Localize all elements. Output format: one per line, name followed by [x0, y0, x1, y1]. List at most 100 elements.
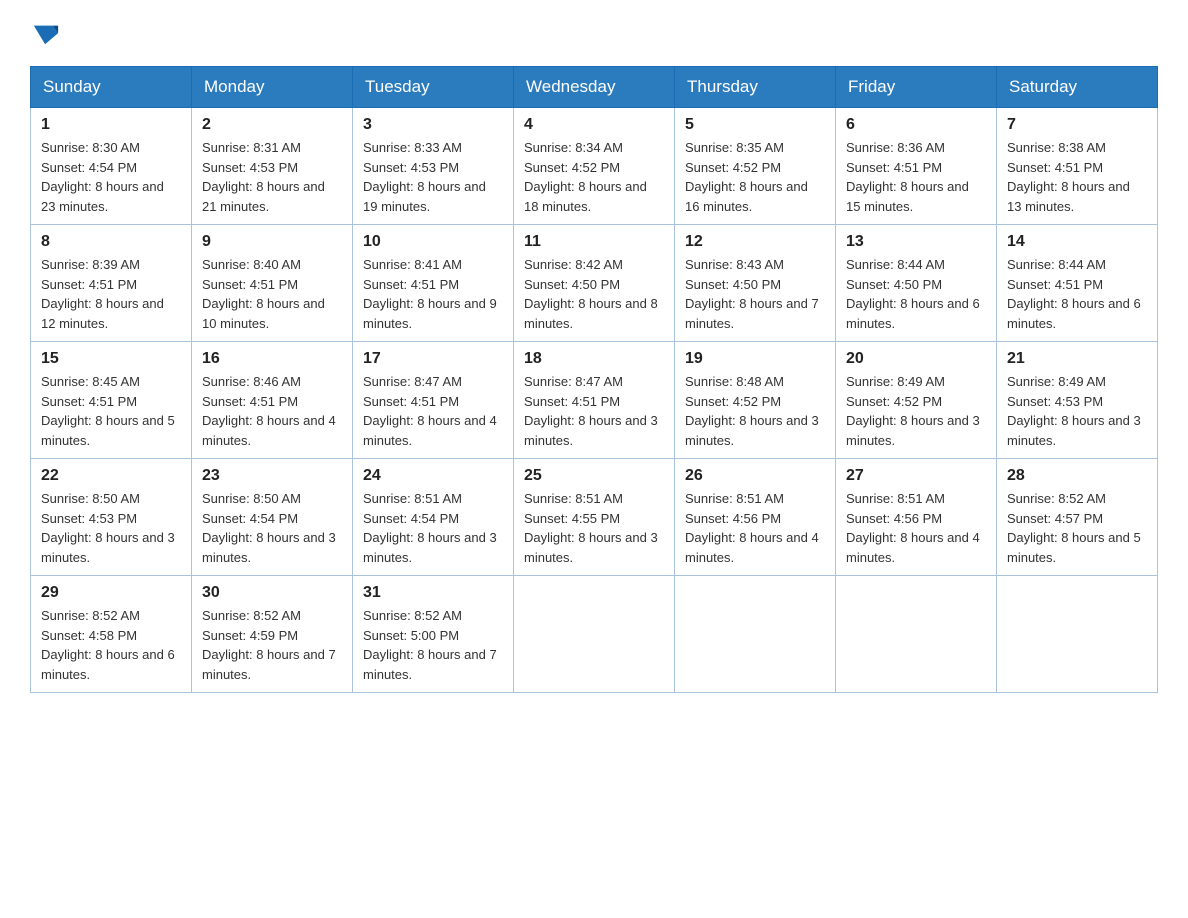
day-info: Sunrise: 8:30 AMSunset: 4:54 PMDaylight:…	[41, 140, 164, 214]
calendar-cell: 20 Sunrise: 8:49 AMSunset: 4:52 PMDaylig…	[836, 342, 997, 459]
day-info: Sunrise: 8:48 AMSunset: 4:52 PMDaylight:…	[685, 374, 819, 448]
day-info: Sunrise: 8:47 AMSunset: 4:51 PMDaylight:…	[524, 374, 658, 448]
calendar-cell: 15 Sunrise: 8:45 AMSunset: 4:51 PMDaylig…	[31, 342, 192, 459]
day-number: 23	[202, 467, 342, 485]
day-info: Sunrise: 8:51 AMSunset: 4:56 PMDaylight:…	[846, 491, 980, 565]
header-cell-tuesday: Tuesday	[353, 67, 514, 108]
day-info: Sunrise: 8:51 AMSunset: 4:55 PMDaylight:…	[524, 491, 658, 565]
day-number: 21	[1007, 350, 1147, 368]
calendar-cell: 25 Sunrise: 8:51 AMSunset: 4:55 PMDaylig…	[514, 459, 675, 576]
day-number: 22	[41, 467, 181, 485]
calendar-cell: 10 Sunrise: 8:41 AMSunset: 4:51 PMDaylig…	[353, 225, 514, 342]
calendar-cell: 3 Sunrise: 8:33 AMSunset: 4:53 PMDayligh…	[353, 108, 514, 225]
header-cell-monday: Monday	[192, 67, 353, 108]
header-cell-wednesday: Wednesday	[514, 67, 675, 108]
calendar-cell: 2 Sunrise: 8:31 AMSunset: 4:53 PMDayligh…	[192, 108, 353, 225]
day-info: Sunrise: 8:41 AMSunset: 4:51 PMDaylight:…	[363, 257, 497, 331]
header-cell-saturday: Saturday	[997, 67, 1158, 108]
day-number: 4	[524, 116, 664, 134]
day-info: Sunrise: 8:44 AMSunset: 4:50 PMDaylight:…	[846, 257, 980, 331]
day-number: 9	[202, 233, 342, 251]
day-number: 26	[685, 467, 825, 485]
day-number: 31	[363, 584, 503, 602]
logo	[30, 20, 60, 46]
calendar-cell: 6 Sunrise: 8:36 AMSunset: 4:51 PMDayligh…	[836, 108, 997, 225]
calendar-cell	[514, 576, 675, 693]
calendar-cell: 18 Sunrise: 8:47 AMSunset: 4:51 PMDaylig…	[514, 342, 675, 459]
day-info: Sunrise: 8:31 AMSunset: 4:53 PMDaylight:…	[202, 140, 325, 214]
day-info: Sunrise: 8:49 AMSunset: 4:52 PMDaylight:…	[846, 374, 980, 448]
day-number: 28	[1007, 467, 1147, 485]
day-info: Sunrise: 8:49 AMSunset: 4:53 PMDaylight:…	[1007, 374, 1141, 448]
day-info: Sunrise: 8:47 AMSunset: 4:51 PMDaylight:…	[363, 374, 497, 448]
day-number: 7	[1007, 116, 1147, 134]
day-info: Sunrise: 8:38 AMSunset: 4:51 PMDaylight:…	[1007, 140, 1130, 214]
day-info: Sunrise: 8:45 AMSunset: 4:51 PMDaylight:…	[41, 374, 175, 448]
week-row-4: 22 Sunrise: 8:50 AMSunset: 4:53 PMDaylig…	[31, 459, 1158, 576]
day-number: 30	[202, 584, 342, 602]
day-info: Sunrise: 8:50 AMSunset: 4:54 PMDaylight:…	[202, 491, 336, 565]
calendar-cell: 4 Sunrise: 8:34 AMSunset: 4:52 PMDayligh…	[514, 108, 675, 225]
day-info: Sunrise: 8:42 AMSunset: 4:50 PMDaylight:…	[524, 257, 658, 331]
calendar-cell: 19 Sunrise: 8:48 AMSunset: 4:52 PMDaylig…	[675, 342, 836, 459]
calendar-cell: 16 Sunrise: 8:46 AMSunset: 4:51 PMDaylig…	[192, 342, 353, 459]
day-number: 16	[202, 350, 342, 368]
logo-icon	[32, 20, 60, 48]
day-info: Sunrise: 8:52 AMSunset: 5:00 PMDaylight:…	[363, 608, 497, 682]
day-info: Sunrise: 8:43 AMSunset: 4:50 PMDaylight:…	[685, 257, 819, 331]
week-row-2: 8 Sunrise: 8:39 AMSunset: 4:51 PMDayligh…	[31, 225, 1158, 342]
calendar-cell: 7 Sunrise: 8:38 AMSunset: 4:51 PMDayligh…	[997, 108, 1158, 225]
calendar-cell: 17 Sunrise: 8:47 AMSunset: 4:51 PMDaylig…	[353, 342, 514, 459]
calendar-cell: 9 Sunrise: 8:40 AMSunset: 4:51 PMDayligh…	[192, 225, 353, 342]
day-number: 19	[685, 350, 825, 368]
calendar-cell: 8 Sunrise: 8:39 AMSunset: 4:51 PMDayligh…	[31, 225, 192, 342]
day-number: 11	[524, 233, 664, 251]
day-info: Sunrise: 8:33 AMSunset: 4:53 PMDaylight:…	[363, 140, 486, 214]
day-number: 10	[363, 233, 503, 251]
day-number: 15	[41, 350, 181, 368]
calendar-cell: 24 Sunrise: 8:51 AMSunset: 4:54 PMDaylig…	[353, 459, 514, 576]
calendar-cell: 12 Sunrise: 8:43 AMSunset: 4:50 PMDaylig…	[675, 225, 836, 342]
calendar-cell: 14 Sunrise: 8:44 AMSunset: 4:51 PMDaylig…	[997, 225, 1158, 342]
day-number: 1	[41, 116, 181, 134]
calendar-cell: 29 Sunrise: 8:52 AMSunset: 4:58 PMDaylig…	[31, 576, 192, 693]
day-number: 6	[846, 116, 986, 134]
day-number: 3	[363, 116, 503, 134]
header-cell-thursday: Thursday	[675, 67, 836, 108]
header-cell-friday: Friday	[836, 67, 997, 108]
calendar-cell: 31 Sunrise: 8:52 AMSunset: 5:00 PMDaylig…	[353, 576, 514, 693]
calendar-table: SundayMondayTuesdayWednesdayThursdayFrid…	[30, 66, 1158, 693]
page-header	[30, 20, 1158, 46]
day-number: 5	[685, 116, 825, 134]
day-number: 13	[846, 233, 986, 251]
calendar-cell: 30 Sunrise: 8:52 AMSunset: 4:59 PMDaylig…	[192, 576, 353, 693]
day-number: 24	[363, 467, 503, 485]
calendar-cell: 26 Sunrise: 8:51 AMSunset: 4:56 PMDaylig…	[675, 459, 836, 576]
header-row: SundayMondayTuesdayWednesdayThursdayFrid…	[31, 67, 1158, 108]
day-info: Sunrise: 8:35 AMSunset: 4:52 PMDaylight:…	[685, 140, 808, 214]
calendar-cell: 28 Sunrise: 8:52 AMSunset: 4:57 PMDaylig…	[997, 459, 1158, 576]
day-info: Sunrise: 8:50 AMSunset: 4:53 PMDaylight:…	[41, 491, 175, 565]
day-info: Sunrise: 8:46 AMSunset: 4:51 PMDaylight:…	[202, 374, 336, 448]
calendar-cell: 27 Sunrise: 8:51 AMSunset: 4:56 PMDaylig…	[836, 459, 997, 576]
calendar-cell: 23 Sunrise: 8:50 AMSunset: 4:54 PMDaylig…	[192, 459, 353, 576]
calendar-cell: 11 Sunrise: 8:42 AMSunset: 4:50 PMDaylig…	[514, 225, 675, 342]
day-number: 20	[846, 350, 986, 368]
day-number: 29	[41, 584, 181, 602]
calendar-cell: 21 Sunrise: 8:49 AMSunset: 4:53 PMDaylig…	[997, 342, 1158, 459]
day-number: 18	[524, 350, 664, 368]
day-number: 14	[1007, 233, 1147, 251]
day-info: Sunrise: 8:52 AMSunset: 4:57 PMDaylight:…	[1007, 491, 1141, 565]
day-info: Sunrise: 8:40 AMSunset: 4:51 PMDaylight:…	[202, 257, 325, 331]
header-cell-sunday: Sunday	[31, 67, 192, 108]
calendar-cell: 22 Sunrise: 8:50 AMSunset: 4:53 PMDaylig…	[31, 459, 192, 576]
day-info: Sunrise: 8:51 AMSunset: 4:54 PMDaylight:…	[363, 491, 497, 565]
day-info: Sunrise: 8:52 AMSunset: 4:59 PMDaylight:…	[202, 608, 336, 682]
calendar-cell: 1 Sunrise: 8:30 AMSunset: 4:54 PMDayligh…	[31, 108, 192, 225]
day-number: 17	[363, 350, 503, 368]
calendar-cell	[836, 576, 997, 693]
week-row-1: 1 Sunrise: 8:30 AMSunset: 4:54 PMDayligh…	[31, 108, 1158, 225]
week-row-3: 15 Sunrise: 8:45 AMSunset: 4:51 PMDaylig…	[31, 342, 1158, 459]
calendar-cell	[675, 576, 836, 693]
day-number: 25	[524, 467, 664, 485]
